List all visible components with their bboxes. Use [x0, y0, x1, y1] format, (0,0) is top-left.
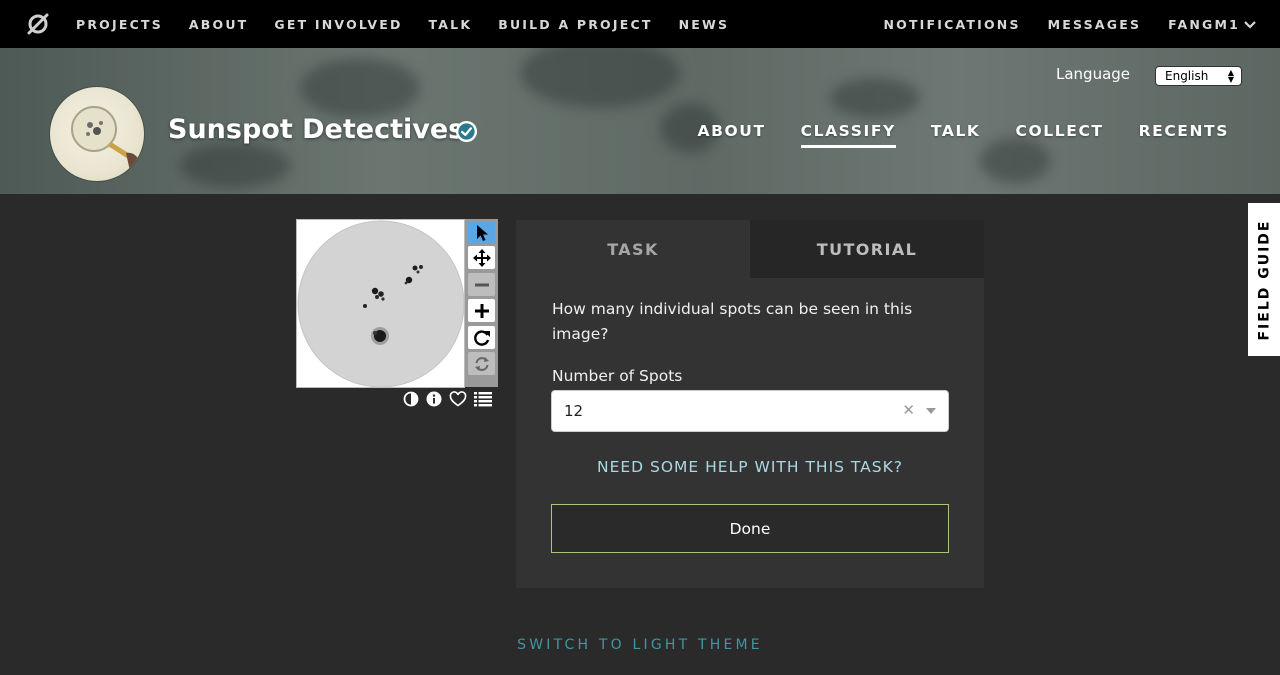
- rotate-button[interactable]: [468, 326, 495, 349]
- user-nav-links: NOTIFICATIONS MESSAGES FANGM1: [856, 0, 1256, 48]
- language-select[interactable]: English ▲ ▼: [1155, 66, 1242, 86]
- nav-messages[interactable]: MESSAGES: [1048, 17, 1142, 32]
- selected-value: 12: [564, 402, 584, 420]
- nav-projects[interactable]: PROJECTS: [76, 17, 163, 32]
- project-title: Sunspot Detectives: [168, 114, 465, 145]
- refresh-icon: [474, 356, 489, 371]
- project-nav-recents[interactable]: RECENTS: [1139, 122, 1229, 140]
- project-avatar[interactable]: [50, 87, 144, 181]
- nav-build-a-project[interactable]: BUILD A PROJECT: [498, 17, 652, 32]
- subject-toolbar: [465, 219, 498, 387]
- nav-talk[interactable]: TALK: [429, 17, 473, 32]
- project-nav-collect[interactable]: COLLECT: [1016, 122, 1104, 140]
- pan-tool-button[interactable]: [468, 246, 495, 269]
- clear-icon[interactable]: ✕: [902, 401, 915, 419]
- zoom-out-button[interactable]: [468, 273, 495, 296]
- tab-task[interactable]: TASK: [516, 220, 750, 278]
- top-navigation: PROJECTS ABOUT GET INVOLVED TALK BUILD A…: [0, 0, 1280, 48]
- pointer-icon: [476, 224, 488, 241]
- annotate-tool-button[interactable]: [468, 221, 495, 244]
- subject-image[interactable]: [296, 219, 465, 388]
- tab-tutorial[interactable]: TUTORIAL: [750, 220, 984, 278]
- verified-check-icon: [455, 120, 478, 143]
- nav-get-involved[interactable]: GET INVOLVED: [274, 17, 402, 32]
- user-menu[interactable]: FANGM1: [1168, 17, 1256, 32]
- select-arrows-icon: ▲ ▼: [1227, 68, 1234, 84]
- project-nav: ABOUT CLASSIFY TALK COLLECT RECENTS: [662, 122, 1229, 148]
- header-background-texture: [830, 78, 920, 118]
- zoom-in-button[interactable]: [468, 299, 495, 322]
- info-icon[interactable]: [426, 391, 442, 407]
- reset-button[interactable]: [468, 352, 495, 375]
- project-header: Sunspot Detectives Language English ▲ ▼ A…: [0, 48, 1280, 194]
- zooniverse-logo-icon[interactable]: [26, 12, 50, 36]
- magnifier-sunspot-icon: [71, 106, 141, 171]
- favorite-heart-icon[interactable]: [449, 391, 467, 407]
- header-background-texture: [520, 48, 680, 108]
- collection-list-icon[interactable]: [474, 391, 492, 407]
- project-nav-classify[interactable]: CLASSIFY: [800, 122, 897, 148]
- rotate-icon: [473, 329, 490, 346]
- done-button[interactable]: Done: [551, 504, 949, 553]
- task-question: How many individual spots can be seen in…: [552, 300, 913, 343]
- task-panel: TASK TUTORIAL How many individual spots …: [516, 220, 984, 588]
- field-guide-label: FIELD GUIDE: [1256, 218, 1273, 341]
- nav-about[interactable]: ABOUT: [189, 17, 249, 32]
- minus-icon: [474, 283, 489, 286]
- number-of-spots-label: Number of Spots: [552, 367, 683, 385]
- number-of-spots-select[interactable]: 12 ✕: [551, 390, 949, 432]
- sun-disk-image: [297, 220, 464, 387]
- plus-icon: [474, 303, 489, 318]
- main-nav-links: PROJECTS ABOUT GET INVOLVED TALK BUILD A…: [76, 0, 755, 48]
- move-icon: [472, 248, 491, 267]
- user-name: FANGM1: [1168, 16, 1240, 32]
- invert-contrast-icon[interactable]: [403, 391, 419, 407]
- header-background-texture: [300, 58, 420, 118]
- project-nav-talk[interactable]: TALK: [931, 122, 981, 140]
- nav-notifications[interactable]: NOTIFICATIONS: [883, 17, 1020, 32]
- project-nav-about[interactable]: ABOUT: [697, 122, 765, 140]
- caret-down-icon[interactable]: [926, 408, 936, 414]
- chevron-down-icon: [1244, 21, 1256, 29]
- header-background-texture: [180, 143, 290, 188]
- subject-meta-tools: [403, 391, 499, 407]
- switch-theme-link[interactable]: SWITCH TO LIGHT THEME: [0, 637, 1280, 653]
- field-guide-tab[interactable]: FIELD GUIDE: [1248, 203, 1280, 356]
- language-label: Language: [1056, 65, 1131, 83]
- nav-news[interactable]: NEWS: [679, 17, 730, 32]
- task-help-link[interactable]: NEED SOME HELP WITH THIS TASK?: [516, 458, 984, 476]
- language-value: English: [1165, 69, 1209, 83]
- header-background-texture: [980, 138, 1050, 183]
